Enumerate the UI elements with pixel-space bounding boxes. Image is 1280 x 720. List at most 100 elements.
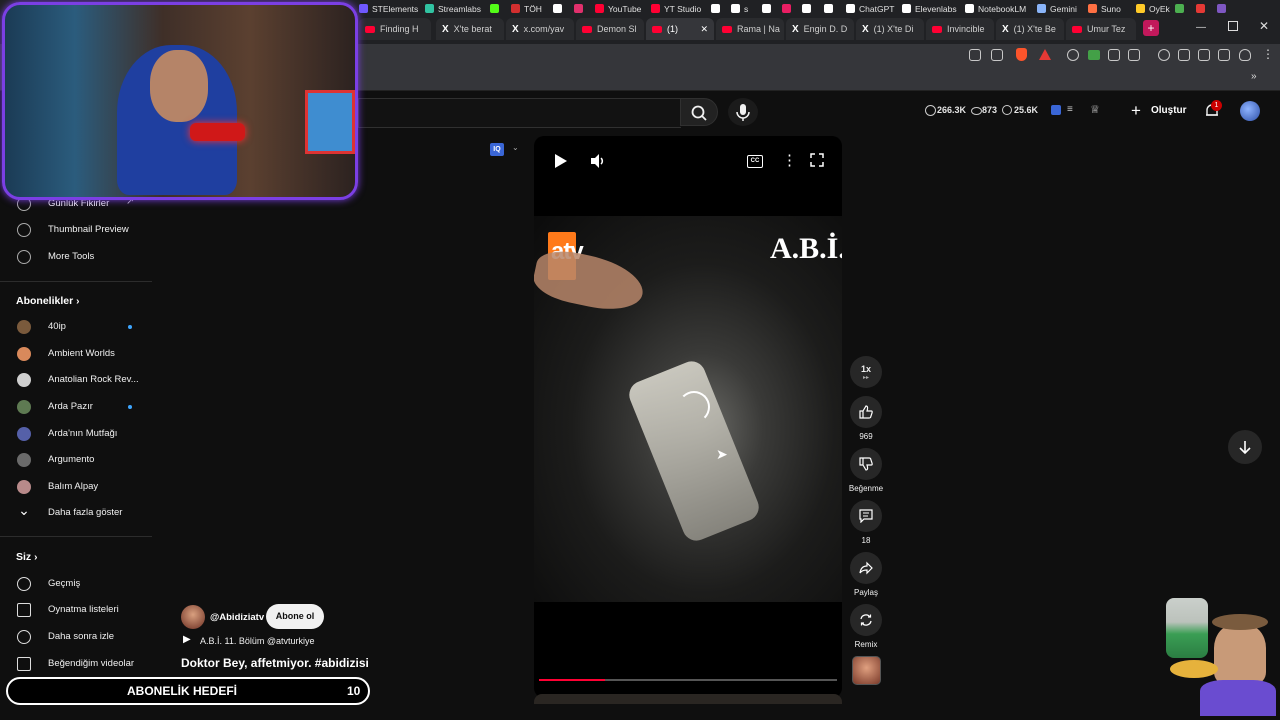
playlist-link[interactable]: A.B.İ. 11. Bölüm @atvturkiye bbox=[200, 636, 315, 646]
create-button[interactable]: + Oluştur bbox=[1128, 100, 1188, 122]
subscription-2[interactable]: Anatolian Rock Rev... bbox=[0, 367, 152, 393]
bookmark-8[interactable] bbox=[711, 4, 724, 14]
brave-shield-icon[interactable] bbox=[1016, 48, 1027, 61]
bookmark-6[interactable]: YouTube bbox=[595, 4, 641, 14]
avatar[interactable] bbox=[1240, 101, 1260, 121]
subscription-6[interactable]: Balım Alpay bbox=[0, 474, 152, 500]
video-frame[interactable]: atv A.B.İ. ➤ bbox=[534, 216, 842, 602]
trophy-icon[interactable]: ♕ bbox=[1090, 103, 1100, 116]
extension-badge-icon[interactable] bbox=[1051, 105, 1061, 115]
bookmark-12[interactable] bbox=[802, 4, 815, 14]
progress-bar[interactable] bbox=[539, 679, 837, 681]
remix-button[interactable]: Remix bbox=[848, 604, 884, 649]
bookmark-9[interactable]: s bbox=[731, 4, 748, 14]
bookmark-5[interactable] bbox=[574, 4, 587, 14]
close-tab-icon[interactable]: ✕ bbox=[700, 18, 708, 40]
next-short-preview[interactable] bbox=[534, 694, 842, 704]
media-control-icon[interactable] bbox=[1158, 49, 1170, 61]
share-button[interactable]: Paylaş bbox=[848, 552, 884, 597]
wallet-icon[interactable] bbox=[1218, 49, 1230, 61]
subscription-1[interactable]: Ambient Worlds bbox=[0, 341, 152, 367]
sidebar-toggle-icon[interactable] bbox=[1198, 49, 1210, 61]
bookmark-14[interactable]: ChatGPT bbox=[846, 4, 894, 14]
bookmark-18[interactable]: Suno bbox=[1088, 4, 1121, 14]
close-window-icon[interactable]: ✕ bbox=[1259, 19, 1269, 33]
bookmark-4[interactable] bbox=[553, 4, 566, 14]
tab-10[interactable]: Umur Tez bbox=[1066, 18, 1136, 40]
bookmark-1[interactable]: Streamlabs bbox=[425, 4, 481, 14]
bookmark-15[interactable]: Elevenlabs bbox=[902, 4, 957, 14]
like-button[interactable]: 969 bbox=[848, 396, 884, 441]
extension-icon-4[interactable] bbox=[1128, 49, 1140, 61]
bookmark-19[interactable]: OyEk bbox=[1136, 4, 1170, 14]
shorts-player[interactable]: CC ⋮ atv A.B.İ. ➤ bbox=[534, 136, 842, 698]
subscribe-button[interactable]: Abone ol bbox=[266, 604, 324, 629]
bookmark-11[interactable] bbox=[782, 4, 795, 14]
menu-icon[interactable]: ⋮ bbox=[1262, 47, 1274, 61]
bookmark-0[interactable]: STElements bbox=[359, 4, 418, 14]
tab-9[interactable]: X (1) X'te Be bbox=[996, 18, 1064, 40]
sidebar-item-2[interactable]: Daha sonra izle bbox=[0, 624, 152, 650]
brave-rewards-icon[interactable] bbox=[1039, 49, 1051, 60]
play-button[interactable] bbox=[554, 153, 568, 172]
subscription-4[interactable]: Arda'nın Mutfağı bbox=[0, 421, 152, 447]
subscriptions-heading[interactable]: Abonelikler › bbox=[16, 295, 79, 307]
minimize-icon[interactable]: — bbox=[1196, 22, 1206, 33]
sidebar-item-3[interactable]: Beğendiğim videolar bbox=[0, 651, 152, 677]
you-heading[interactable]: Siz › bbox=[16, 551, 37, 563]
list-icon[interactable]: ≡ bbox=[1067, 104, 1073, 115]
dislike-button[interactable]: Beğenme bbox=[848, 448, 884, 493]
playlist-toolbar-icon[interactable] bbox=[1178, 49, 1190, 61]
bookmark-7[interactable]: YT Studio bbox=[651, 4, 701, 14]
sound-thumbnail[interactable] bbox=[852, 656, 881, 685]
next-short-button[interactable] bbox=[1228, 430, 1262, 464]
subscription-3[interactable]: Arda Pazır bbox=[0, 394, 152, 420]
tab-1[interactable]: X X'te berat bbox=[436, 18, 504, 40]
tab-4[interactable]: (1) ✕ bbox=[646, 18, 714, 40]
search-button[interactable] bbox=[680, 98, 718, 126]
bookmark-16[interactable]: NotebookLM bbox=[965, 4, 1026, 14]
bookmark-17[interactable]: Gemini bbox=[1037, 4, 1077, 14]
bookmark-2[interactable] bbox=[490, 4, 503, 14]
bookmark-3[interactable]: TÖH bbox=[511, 4, 542, 14]
captions-button[interactable]: CC bbox=[747, 155, 763, 168]
extension-icon-3[interactable] bbox=[1108, 49, 1120, 61]
bookmark-22[interactable] bbox=[1217, 4, 1230, 14]
search-input[interactable] bbox=[358, 98, 681, 128]
bookmark-10[interactable] bbox=[762, 4, 775, 14]
fullscreen-button[interactable] bbox=[810, 153, 824, 170]
bookmark-13[interactable] bbox=[824, 4, 837, 14]
tab-0[interactable]: Finding H bbox=[359, 18, 431, 40]
subscription-5[interactable]: Argumento bbox=[0, 447, 152, 473]
tab-6[interactable]: X Engin D. D bbox=[786, 18, 854, 40]
tab-8[interactable]: Invincible bbox=[926, 18, 994, 40]
new-tab-button[interactable]: + bbox=[1143, 20, 1159, 36]
channel-avatar[interactable] bbox=[181, 605, 205, 629]
bookmark-20[interactable] bbox=[1175, 4, 1188, 14]
tab-2[interactable]: Xx.com/yav bbox=[506, 18, 574, 40]
speed-control[interactable]: 1x ▸▸ bbox=[848, 356, 884, 388]
sidebar-tool-1[interactable]: Thumbnail Preview bbox=[0, 217, 152, 243]
channel-handle[interactable]: @Abidiziatv bbox=[210, 612, 264, 623]
iq-extension-button[interactable]: IQ ⌄ bbox=[487, 141, 527, 159]
open-external-icon[interactable] bbox=[969, 49, 981, 61]
show-more-button[interactable]: ⌄ Daha fazla göster bbox=[0, 500, 152, 526]
tab-3[interactable]: Demon Sl bbox=[576, 18, 644, 40]
maximize-icon[interactable] bbox=[1228, 21, 1238, 31]
share-page-icon[interactable] bbox=[991, 49, 1003, 61]
extension-icon-2[interactable] bbox=[1088, 50, 1100, 60]
volume-button[interactable] bbox=[590, 153, 606, 172]
more-bookmarks-icon[interactable]: » bbox=[1251, 71, 1257, 82]
bookmark-21[interactable] bbox=[1196, 4, 1209, 14]
comments-button[interactable]: 18 bbox=[848, 500, 884, 545]
vpn-icon[interactable] bbox=[1239, 49, 1251, 61]
tab-5[interactable]: Rama | Na bbox=[716, 18, 784, 40]
sidebar-item-0[interactable]: Geçmiş bbox=[0, 571, 152, 597]
tab-7[interactable]: X (1) X'te Di bbox=[856, 18, 924, 40]
sidebar-item-1[interactable]: Oynatma listeleri bbox=[0, 597, 152, 623]
subscription-0[interactable]: 40ip bbox=[0, 314, 152, 340]
voice-search-button[interactable] bbox=[728, 98, 758, 126]
notifications-button[interactable]: 1 bbox=[1203, 100, 1222, 120]
more-options-icon[interactable]: ⋮ bbox=[782, 151, 797, 169]
extension-icon-1[interactable] bbox=[1067, 49, 1079, 61]
